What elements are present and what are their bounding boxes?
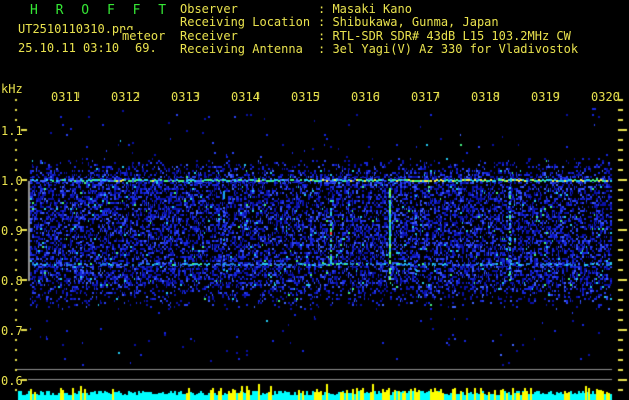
freq-tick-label: 0.7	[1, 324, 23, 338]
info-row: Receiving Location: Shibukawa, Gunma, Ja…	[180, 15, 578, 30]
app-title: H R O F F T	[30, 3, 172, 18]
info-row-value: 3el Yagi(V) Az 330 for Vladivostok	[332, 42, 579, 57]
info-row: Observer: Masaki Kano	[180, 2, 578, 16]
info-row-separator: :	[318, 2, 333, 16]
receiver-info-block: Observer: Masaki Kano Receiving Location:…	[180, 2, 579, 57]
time-tick-label: 0317	[411, 90, 440, 104]
counter-label: 69.	[135, 41, 157, 55]
freq-tick-label: 0.8	[1, 274, 23, 288]
time-tick-label: 0312	[111, 90, 140, 104]
spectrogram-canvas	[0, 0, 629, 400]
time-tick-label: 0314	[231, 90, 260, 104]
time-tick-label: 0311	[51, 90, 80, 104]
freq-tick-label: 1.1	[1, 124, 23, 138]
info-row-label: Receiving Antenna	[180, 42, 303, 57]
info-row-label: Receiver	[180, 28, 238, 43]
info-row-label: Receiving Location	[180, 15, 311, 30]
time-tick-label: 0316	[351, 90, 380, 104]
freq-tick-label: 1.0	[1, 174, 23, 188]
freq-tick-label: 0.6	[1, 374, 23, 388]
time-tick-label: 0318	[471, 90, 500, 104]
info-row-separator: :	[318, 42, 333, 57]
datetime-label: 25.10.11 03:10	[18, 41, 120, 55]
time-tick-label: 0320	[591, 90, 620, 104]
info-row-value: Masaki Kano	[332, 2, 412, 16]
info-row-separator: :	[318, 15, 333, 30]
freq-axis-unit-label: kHz	[1, 82, 23, 96]
info-row-separator: :	[318, 28, 333, 43]
time-tick-label: 0315	[291, 90, 320, 104]
file-name-label: UT2510110310.png	[18, 22, 134, 36]
info-row: Receiving Antenna: 3el Yagi(V) Az 330 fo…	[180, 42, 579, 57]
hrofft-window: H R O F F T UT2510110310.png meteor 25.1…	[0, 0, 629, 400]
freq-tick-label: 0.9	[1, 224, 23, 238]
info-row-label: Observer	[180, 2, 238, 16]
info-row-value: RTL-SDR SDR# 43dB L15 103.2MHz CW	[332, 28, 571, 43]
time-tick-label: 0313	[171, 90, 200, 104]
info-row-value: Shibukawa, Gunma, Japan	[332, 15, 499, 30]
time-tick-label: 0319	[531, 90, 560, 104]
info-row: Receiver: RTL-SDR SDR# 43dB L15 103.2MHz…	[180, 28, 578, 43]
